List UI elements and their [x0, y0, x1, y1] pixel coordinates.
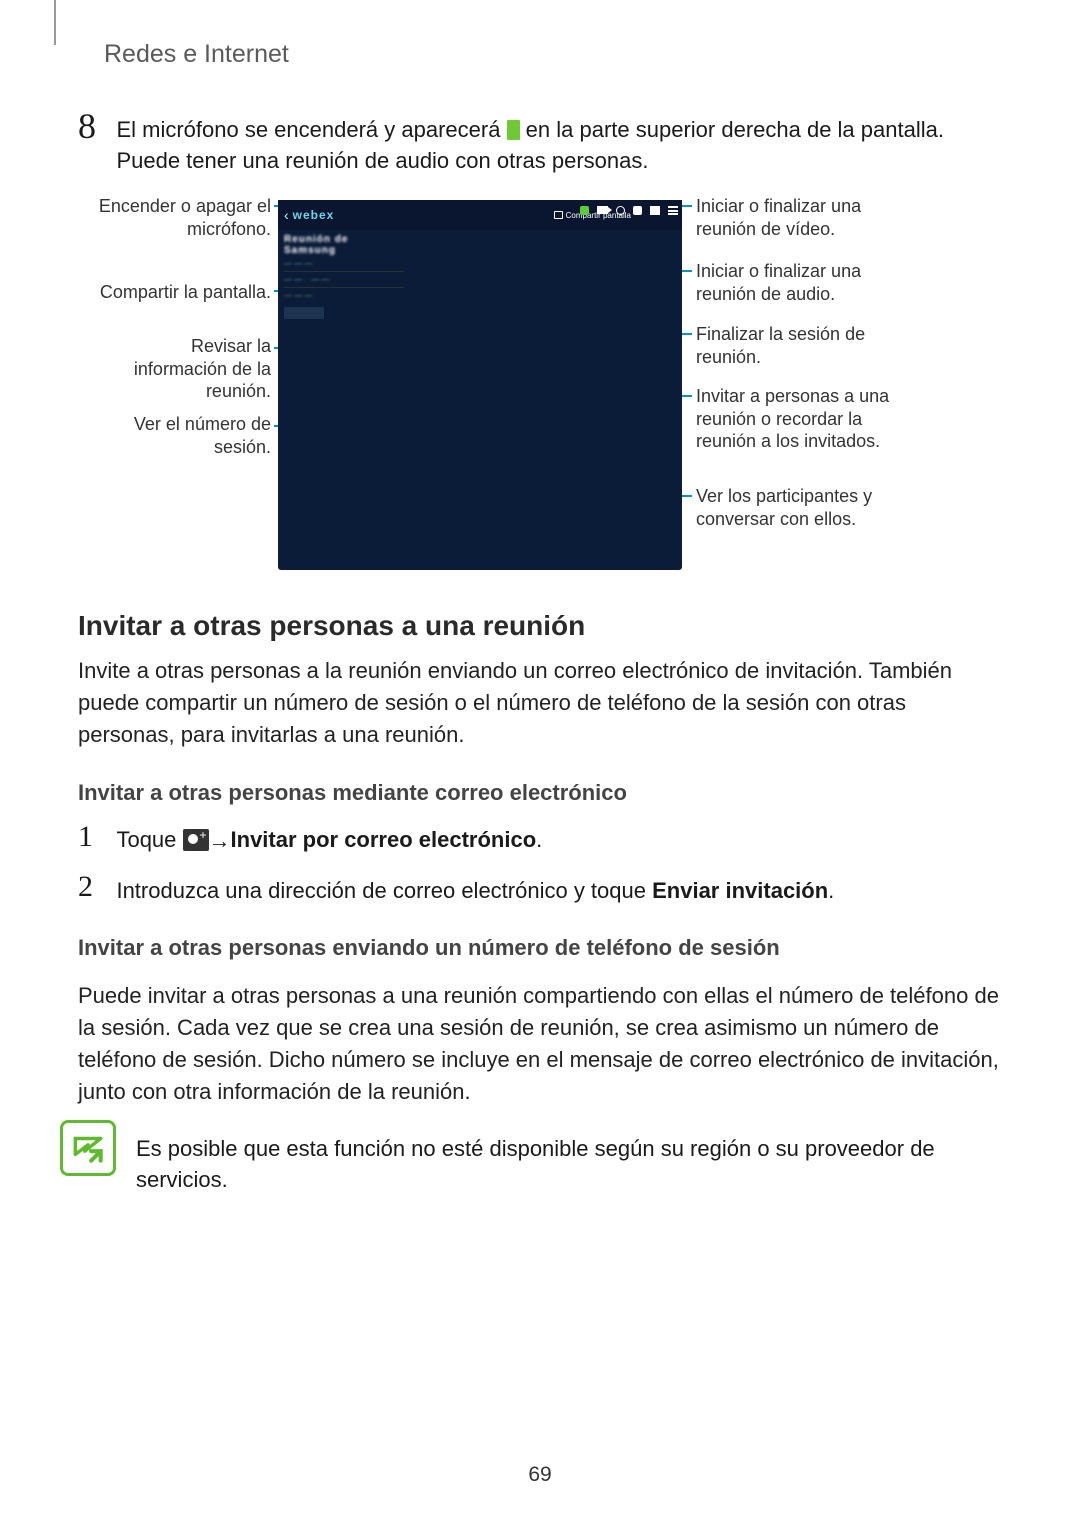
step-number: 8 — [78, 105, 112, 147]
text-segment: El micrófono se encenderá y aparecerá — [116, 117, 506, 142]
bold-label: Enviar invitación — [652, 878, 828, 903]
manual-page: Redes e Internet 8 El micrófono se encen… — [0, 0, 1080, 1527]
panel-row: — — — — [284, 256, 404, 272]
step-number: 2 — [78, 870, 112, 904]
device-screenshot: ‹ webex Compartir pantalla Reunión de S — [278, 200, 682, 570]
mic-indicator-icon — [507, 120, 520, 140]
callout-video-toggle: Iniciar o finalizar una reunión de vídeo… — [696, 195, 906, 240]
menu-icon[interactable] — [668, 206, 678, 215]
step-text: El micrófono se encenderá y aparecerá en… — [116, 105, 986, 177]
meeting-info-panel: Reunión de Samsung — — — — — — — — — — — [284, 234, 404, 319]
app-brand-label: webex — [293, 208, 335, 222]
bold-label: Invitar por correo electrónico — [231, 827, 537, 852]
audio-indicator-icon[interactable] — [580, 206, 589, 215]
heading-invite: Invitar a otras personas a una reunión — [78, 610, 585, 642]
invite-person-icon — [183, 829, 209, 851]
callout-meeting-info: Revisar la información de la reunión. — [96, 335, 271, 403]
callout-mic-toggle: Encender o apagar el micrófono. — [96, 195, 271, 240]
callout-session-number: Ver el número de sesión. — [96, 413, 271, 458]
note-icon — [60, 1120, 116, 1176]
subheading-invite-phone: Invitar a otras personas enviando un núm… — [78, 935, 780, 961]
panel-row: — — — — [284, 288, 404, 303]
text-segment: . — [536, 827, 542, 852]
panel-row: — — — — — [284, 272, 404, 288]
step-text: Introduzca una dirección de correo elect… — [116, 870, 986, 907]
text-segment: Toque — [116, 827, 182, 852]
callout-share-screen: Compartir la pantalla. — [96, 281, 271, 304]
callout-audio-toggle: Iniciar o finalizar una reunión de audio… — [696, 260, 906, 305]
step-invite-email-1: 1 Toque → Invitar por correo electrónico… — [78, 820, 990, 857]
step-text: Toque → Invitar por correo electrónico. — [116, 820, 986, 857]
callout-invite-remind: Invitar a personas a una reunión o recor… — [696, 385, 906, 453]
section-header: Redes e Internet — [104, 40, 289, 69]
text-segment: Introduzca una dirección de correo elect… — [116, 878, 652, 903]
page-number: 69 — [0, 1463, 1080, 1487]
panel-title: Samsung — [284, 245, 404, 256]
annotated-screenshot-figure: Encender o apagar el micrófono. Comparti… — [96, 195, 996, 580]
callout-participants: Ver los participantes y conversar con el… — [696, 485, 906, 530]
back-icon[interactable]: ‹ — [284, 207, 289, 223]
app-toolbar: ‹ webex Compartir pantalla — [278, 200, 682, 230]
participants-icon[interactable] — [650, 206, 660, 215]
text-segment: . — [828, 878, 834, 903]
panel-title: Reunión de — [284, 234, 404, 245]
step-8: 8 El micrófono se encenderá y aparecerá … — [78, 105, 990, 177]
paragraph-invite-intro: Invite a otras personas a la reunión env… — [78, 655, 1008, 751]
toolbar-icon-group — [580, 206, 678, 215]
step-number: 1 — [78, 820, 112, 854]
note-text: Es posible que esta función no esté disp… — [136, 1120, 1000, 1196]
step-invite-email-2: 2 Introduzca una dirección de correo ele… — [78, 870, 990, 907]
video-icon[interactable] — [597, 206, 608, 214]
paragraph-invite-phone: Puede invitar a otras personas a una reu… — [78, 980, 1008, 1108]
session-number-box — [284, 307, 324, 319]
note-block: Es posible que esta función no esté disp… — [60, 1120, 1000, 1196]
invite-icon[interactable] — [633, 206, 642, 215]
phone-icon[interactable] — [616, 206, 625, 215]
arrow-icon: → — [209, 826, 231, 857]
share-icon — [554, 211, 563, 219]
tab-indent-rule — [54, 0, 56, 45]
callout-end-session: Finalizar la sesión de reunión. — [696, 323, 906, 368]
subheading-invite-email: Invitar a otras personas mediante correo… — [78, 780, 627, 806]
